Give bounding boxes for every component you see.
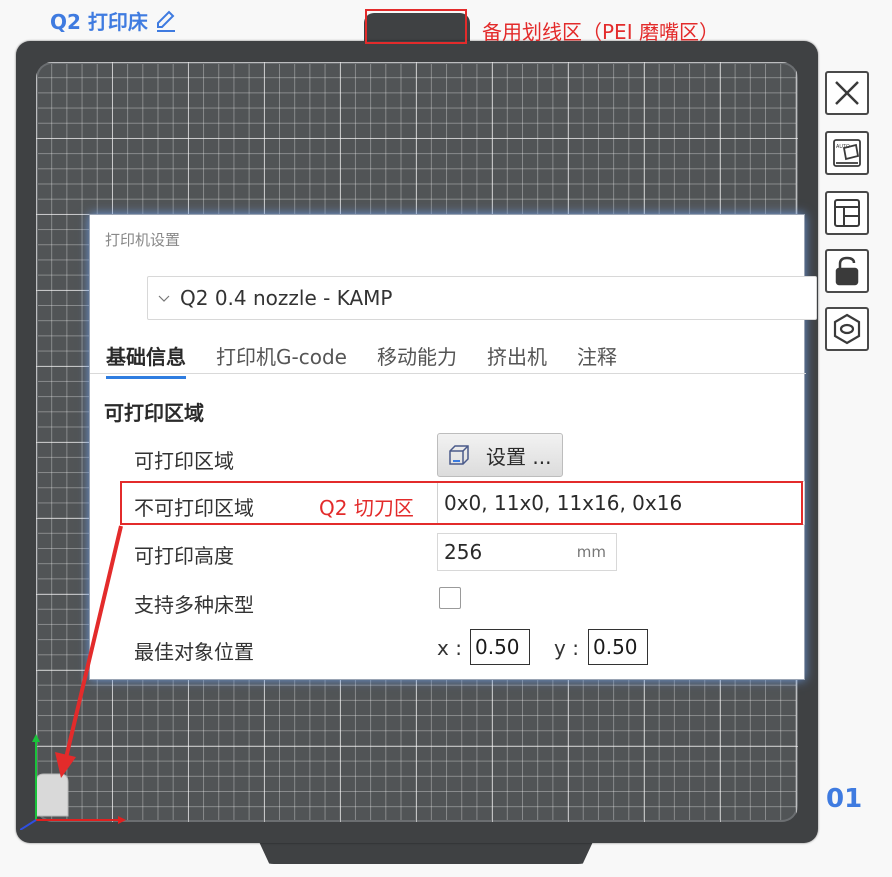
printable-area-setup-button[interactable]: 设置 ...	[437, 433, 563, 477]
spare-scribe-area-caption: 备用划线区（PEI 磨嘴区）	[482, 20, 719, 44]
z-axis	[20, 819, 37, 830]
excluded-area-block	[35, 773, 69, 817]
edit-icon[interactable]	[154, 9, 178, 33]
x-coord-input[interactable]: 0.50	[470, 629, 530, 665]
lock-icon	[835, 256, 859, 286]
bed-title: Q2 打印床	[50, 6, 178, 35]
svg-text:AUTO: AUTO	[836, 144, 850, 150]
y-axis-arrow	[32, 734, 40, 742]
y-coord-label: y :	[554, 636, 579, 660]
printer-preset-select[interactable]: Q2 0.4 nozzle - KAMP	[147, 276, 817, 320]
printable-height-value: 256	[444, 540, 483, 564]
origin-axes	[20, 734, 126, 830]
setup-button-label: 设置 ...	[486, 444, 552, 469]
spare-scribe-area-highlight	[365, 9, 467, 44]
printable-height-unit: mm	[576, 543, 606, 561]
plate-number: 01	[826, 784, 863, 814]
chevron-down-icon	[158, 295, 170, 302]
printer-settings-dialog: 打印机设置 Q2 0.4 nozzle - KAMP 基础信息 打印机G-cod…	[89, 214, 817, 680]
best-object-position-label: 最佳对象位置	[134, 640, 254, 664]
excluded-area-highlight	[120, 481, 803, 525]
cutter-area-caption: Q2 切刀区	[319, 496, 414, 520]
close-icon	[835, 81, 859, 105]
x-axis-arrow	[118, 816, 126, 824]
multi-bed-types-label: 支持多种床型	[134, 593, 254, 617]
x-coord-label: x :	[437, 636, 462, 660]
layout-icon	[834, 199, 860, 227]
tab-divider	[90, 373, 806, 374]
section-title: 可打印区域	[104, 401, 204, 425]
printable-height-label: 可打印高度	[134, 544, 234, 568]
arrange-button[interactable]	[825, 191, 869, 235]
auto-orient-button[interactable]: AUTO	[825, 131, 869, 175]
printable-area-label: 可打印区域	[134, 449, 234, 473]
bed-shape-icon	[449, 445, 469, 465]
bed-title-text: Q2 打印床	[50, 10, 148, 34]
printer-preset-value: Q2 0.4 nozzle - KAMP	[180, 286, 393, 310]
plate-settings-button[interactable]	[825, 307, 869, 351]
auto-arrange-icon: AUTO	[833, 139, 861, 167]
dialog-title: 打印机设置	[105, 231, 181, 249]
multi-bed-types-checkbox[interactable]	[439, 587, 461, 609]
printable-height-input[interactable]: 256 mm	[437, 533, 617, 571]
close-button[interactable]	[825, 71, 869, 115]
y-coord-input[interactable]: 0.50	[588, 629, 648, 665]
lock-button[interactable]	[825, 249, 869, 293]
hex-nut-icon	[833, 313, 861, 345]
